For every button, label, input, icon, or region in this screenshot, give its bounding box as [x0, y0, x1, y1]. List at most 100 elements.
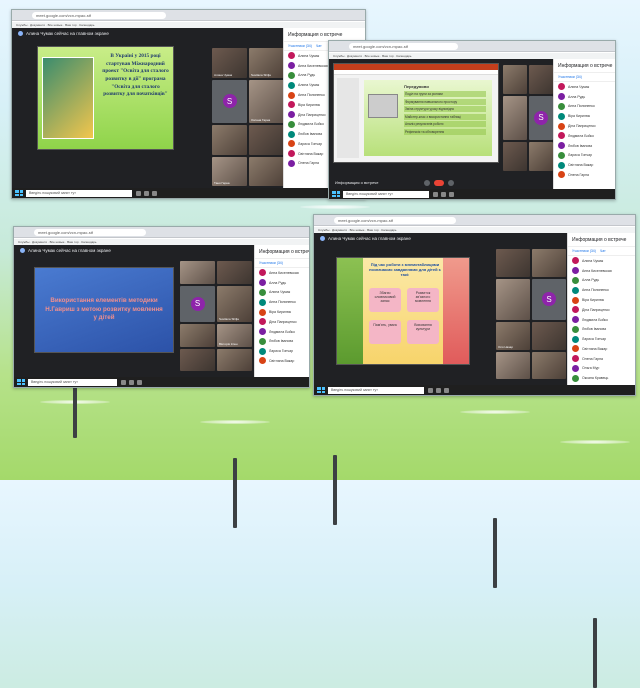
- video-tile[interactable]: Оксана Гарна: [249, 79, 284, 123]
- video-tile[interactable]: [180, 261, 215, 284]
- avatar: S: [190, 296, 205, 311]
- address-bar[interactable]: meet.google.com/vcn-mpao-stf: [349, 43, 458, 50]
- explorer-icon[interactable]: [440, 191, 446, 197]
- video-tile[interactable]: Таня Гарна: [212, 156, 247, 186]
- explorer-icon[interactable]: [128, 379, 134, 385]
- taskview-icon[interactable]: [135, 190, 141, 196]
- taskview-icon[interactable]: [432, 191, 438, 197]
- participant-row[interactable]: Любов Іванова: [568, 324, 635, 334]
- hangup-icon[interactable]: [434, 180, 444, 186]
- tab-participants[interactable]: Участники (34): [572, 249, 596, 253]
- video-tile[interactable]: Оля Назар: [496, 322, 530, 350]
- taskbar-search[interactable]: Введіть пошуковий запит тут: [26, 189, 132, 197]
- video-tile[interactable]: S: [212, 79, 247, 123]
- video-tile[interactable]: [180, 348, 215, 371]
- video-tile[interactable]: S: [180, 285, 215, 322]
- video-tile[interactable]: S: [529, 96, 553, 140]
- mic-icon[interactable]: [424, 180, 430, 186]
- meeting-info-label[interactable]: Информация о встрече: [335, 180, 378, 185]
- participant-row[interactable]: Алина Чумак: [255, 288, 309, 298]
- video-tile[interactable]: [496, 278, 530, 320]
- address-bar[interactable]: meet.google.com/vcn-mpao-stf: [34, 229, 147, 236]
- participant-row[interactable]: Людмила Бойко: [554, 131, 615, 141]
- video-tile[interactable]: [529, 65, 553, 95]
- video-tile[interactable]: [503, 141, 527, 171]
- participant-row[interactable]: Алла Рудь: [255, 278, 309, 288]
- address-bar[interactable]: meet.google.com/vcn-mpao-stf: [334, 217, 456, 224]
- chrome-icon[interactable]: [448, 191, 454, 197]
- avatar: [259, 318, 266, 326]
- tab-chat[interactable]: Чат: [316, 44, 322, 48]
- taskview-icon[interactable]: [120, 379, 126, 385]
- tab-participants[interactable]: Участники (34): [259, 261, 283, 265]
- participant-row[interactable]: Людмила Бойко: [568, 315, 635, 325]
- video-tile[interactable]: [217, 348, 252, 371]
- participant-row[interactable]: Олена Гарна: [568, 354, 635, 364]
- participant-row[interactable]: Анна Киселевская: [255, 268, 309, 278]
- video-tile[interactable]: Вікторія Клен: [217, 324, 252, 347]
- participant-row[interactable]: Алла Рудь: [568, 276, 635, 286]
- video-tile[interactable]: [529, 141, 553, 171]
- participant-row[interactable]: Алина Чумак: [568, 256, 635, 266]
- participant-row[interactable]: Діна Паприценко: [568, 305, 635, 315]
- video-tile[interactable]: Svetlana Shilja: [249, 48, 284, 78]
- explorer-icon[interactable]: [436, 387, 442, 393]
- explorer-icon[interactable]: [143, 190, 149, 196]
- chrome-icon[interactable]: [151, 190, 157, 196]
- taskbar-search[interactable]: Введіть пошуковий запит тут: [328, 386, 425, 394]
- tab-participants[interactable]: Участники (34): [288, 44, 312, 48]
- video-tile[interactable]: [503, 65, 527, 95]
- video-tile[interactable]: Алина Чумак: [212, 48, 247, 78]
- taskbar-search[interactable]: Введіть пошуковий запит тут: [343, 190, 429, 198]
- participant-row[interactable]: Віра Кирилюк: [554, 111, 615, 121]
- chrome-icon[interactable]: [136, 379, 142, 385]
- participant-row[interactable]: Ольга Мур: [568, 364, 635, 374]
- video-tile[interactable]: [532, 249, 566, 277]
- camera-icon[interactable]: [448, 180, 454, 186]
- video-tile[interactable]: [532, 322, 566, 350]
- participant-row[interactable]: Алина Чумак: [554, 82, 615, 92]
- participant-row[interactable]: Анна Пилипенко: [554, 102, 615, 112]
- tab-participants[interactable]: Участники (34): [558, 75, 582, 79]
- banner-text: Алина Чумак сейчас на главном экране: [26, 31, 109, 36]
- video-tile[interactable]: [180, 324, 215, 347]
- taskbar-search[interactable]: Введіть пошуковий запит тут: [28, 378, 117, 386]
- chrome-icon[interactable]: [444, 387, 450, 393]
- video-tile[interactable]: Svetlana Shilja: [217, 285, 252, 322]
- tab-chat[interactable]: Чат: [600, 249, 606, 253]
- participant-row[interactable]: Лариса Гончар: [255, 346, 309, 356]
- participant-row[interactable]: Анна Пилипенко: [255, 297, 309, 307]
- video-tile[interactable]: [496, 249, 530, 277]
- video-tile[interactable]: [503, 96, 527, 140]
- participant-row[interactable]: Анна Киселевская: [568, 266, 635, 276]
- video-tile[interactable]: [532, 351, 566, 379]
- participant-row[interactable]: Діна Паприценко: [554, 121, 615, 131]
- participant-row[interactable]: Світлана Вакар: [554, 160, 615, 170]
- participant-row[interactable]: Віра Кирилюк: [568, 295, 635, 305]
- participant-row[interactable]: Любов Іванова: [255, 336, 309, 346]
- video-tile[interactable]: [212, 125, 247, 155]
- video-tile[interactable]: [249, 125, 284, 155]
- windows-start-icon[interactable]: [332, 191, 340, 197]
- address-bar[interactable]: meet.google.com/vcn-mpao-stf: [32, 12, 167, 19]
- participant-row[interactable]: Діна Паприценко: [255, 317, 309, 327]
- participant-row[interactable]: Віра Кирилюк: [255, 307, 309, 317]
- participant-row[interactable]: Людмила Бойко: [255, 327, 309, 337]
- participant-row[interactable]: Світлана Вакар: [255, 356, 309, 366]
- participant-row[interactable]: Алла Рудь: [554, 92, 615, 102]
- participant-row[interactable]: Лариса Гончар: [568, 334, 635, 344]
- participant-row[interactable]: Анна Пилипенко: [568, 285, 635, 295]
- participant-row[interactable]: Любов Іванова: [554, 141, 615, 151]
- participant-row[interactable]: Оксана Кравець: [568, 373, 635, 383]
- participant-row[interactable]: Світлана Вакар: [568, 344, 635, 354]
- participant-row[interactable]: Лариса Гончар: [554, 150, 615, 160]
- video-tile[interactable]: [249, 156, 284, 186]
- video-tile[interactable]: [217, 261, 252, 284]
- taskview-icon[interactable]: [428, 387, 434, 393]
- video-tile[interactable]: S: [532, 278, 566, 320]
- participant-row[interactable]: Олена Гарна: [554, 170, 615, 180]
- video-tile[interactable]: [496, 351, 530, 379]
- windows-start-icon[interactable]: [317, 387, 325, 393]
- windows-start-icon[interactable]: [17, 379, 25, 385]
- windows-start-icon[interactable]: [15, 190, 23, 196]
